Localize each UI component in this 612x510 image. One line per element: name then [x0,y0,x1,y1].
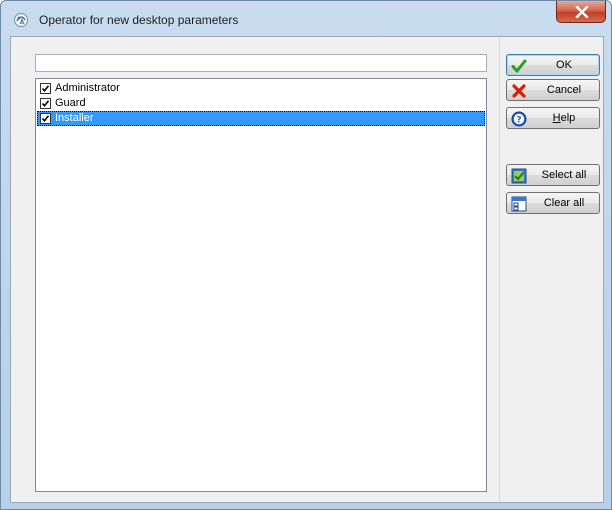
title-bar[interactable]: Operator for new desktop parameters [1,1,611,37]
clear-all-button-label: Clear all [543,197,585,209]
select-all-button[interactable]: Select all [506,164,600,186]
list-item-label: Guard [55,97,86,109]
cancel-button-label: Cancel [546,84,582,96]
filter-input[interactable] [35,54,487,72]
checkbox-administrator[interactable] [40,83,51,94]
close-button[interactable] [556,1,606,23]
cancel-button[interactable]: Cancel [506,79,600,101]
button-pane: OK Cancel ? Help Select all Clear all [500,37,603,502]
clear-all-icon [511,196,527,212]
operator-pane: Administrator Guard Installer [11,37,500,502]
list-item-administrator[interactable]: Administrator [37,81,485,96]
clear-all-button[interactable]: Clear all [506,192,600,214]
checkbox-guard[interactable] [40,98,51,109]
checkbox-installer[interactable] [40,113,51,124]
dialog-window: Operator for new desktop parameters Admi… [0,0,612,510]
help-button-label: Help [531,112,597,124]
select-all-button-label: Select all [541,169,587,181]
help-mnemonic: H [552,112,561,124]
list-item-installer[interactable]: Installer [37,111,485,126]
ok-button[interactable]: OK [506,54,600,76]
ok-button-label: OK [556,59,572,71]
close-icon [575,6,589,18]
svg-text:?: ? [516,116,521,126]
list-item-guard[interactable]: Guard [37,96,485,111]
x-icon [511,83,527,99]
operator-list[interactable]: Administrator Guard Installer [35,78,487,492]
app-icon [13,12,29,28]
checkmark-icon [41,100,50,108]
help-label-rest: elp [560,112,576,124]
select-all-icon [511,168,527,184]
checkmark-icon [41,115,50,123]
window-title: Operator for new desktop parameters [39,13,239,27]
help-button[interactable]: ? Help [506,107,600,129]
dialog-client-area: Administrator Guard Installer OK Cancel … [10,36,604,503]
checkmark-icon [41,85,50,93]
question-icon: ? [511,111,527,127]
list-item-label: Administrator [55,82,120,94]
check-icon [511,58,527,74]
list-item-label: Installer [55,112,94,124]
